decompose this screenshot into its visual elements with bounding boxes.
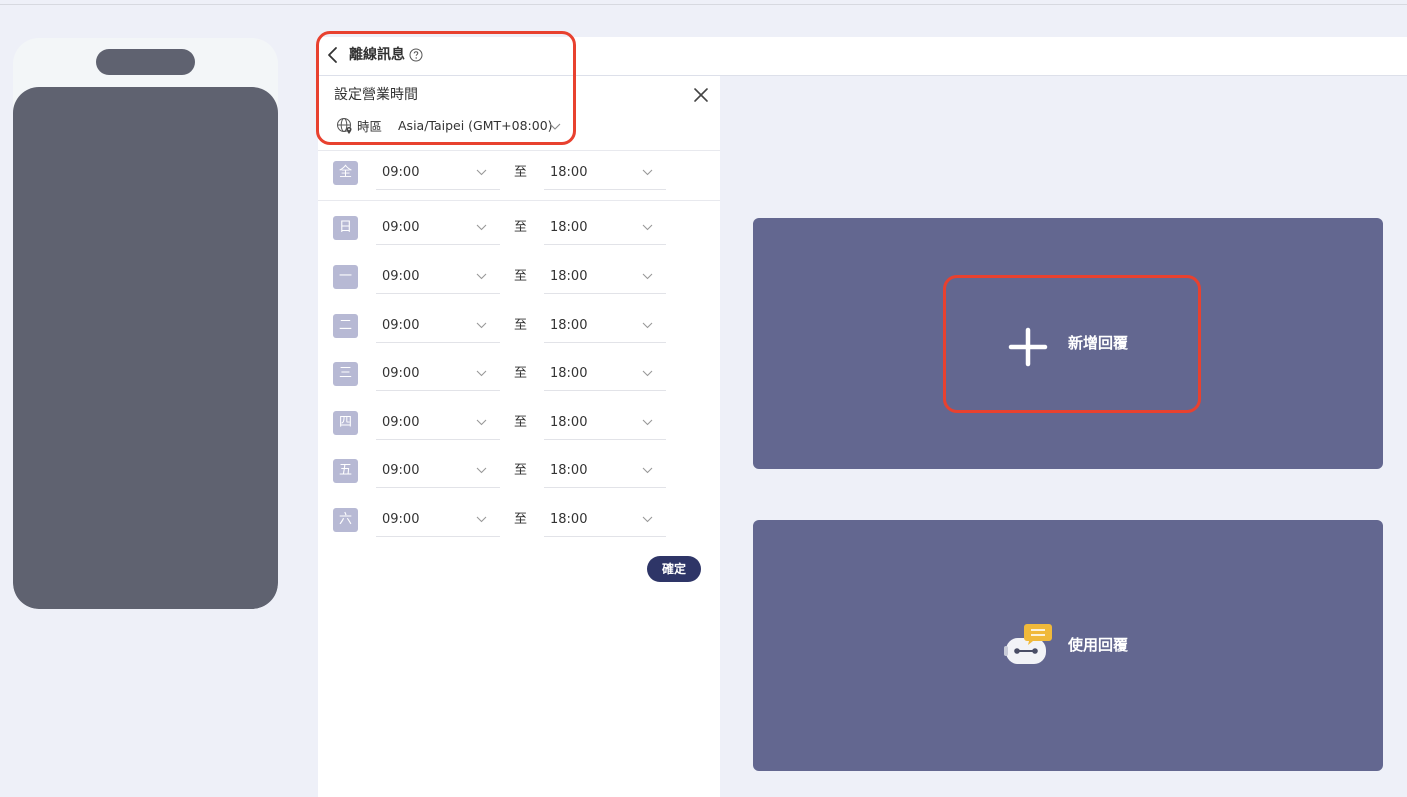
- chatbot-icon: [1004, 624, 1052, 664]
- divider: [318, 150, 720, 151]
- end-time-select[interactable]: 18:00: [544, 157, 666, 190]
- end-time-value: 18:00: [550, 165, 588, 180]
- day-row-monday: 一 09:00 至 18:00: [318, 261, 720, 294]
- chevron-down-icon: [642, 224, 653, 231]
- end-time-value: 18:00: [550, 269, 588, 284]
- day-badge: 全: [333, 161, 358, 185]
- end-time-select[interactable]: 18:00: [544, 407, 666, 440]
- end-time-value: 18:00: [550, 512, 588, 527]
- day-row-saturday: 六 09:00 至 18:00: [318, 504, 720, 537]
- highlight-box-header: [316, 31, 576, 145]
- end-time-value: 18:00: [550, 366, 588, 381]
- to-label: 至: [514, 366, 528, 381]
- start-time-value: 09:00: [382, 415, 420, 430]
- end-time-value: 18:00: [550, 318, 588, 333]
- end-time-value: 18:00: [550, 415, 588, 430]
- day-badge: 五: [333, 459, 358, 483]
- chevron-down-icon: [476, 224, 487, 231]
- end-time-value: 18:00: [550, 463, 588, 478]
- start-time-value: 09:00: [382, 463, 420, 478]
- use-reply-card[interactable]: 使用回覆: [753, 520, 1383, 771]
- chevron-down-icon: [476, 467, 487, 474]
- chevron-down-icon: [476, 516, 487, 523]
- to-label: 至: [514, 318, 528, 333]
- day-badge: 一: [333, 265, 358, 289]
- phone-preview: [13, 38, 278, 609]
- end-time-select[interactable]: 18:00: [544, 358, 666, 391]
- divider: [318, 200, 720, 201]
- all-days-row: 全 09:00 至 18:00: [318, 157, 720, 190]
- to-label: 至: [514, 463, 528, 478]
- start-time-select[interactable]: 09:00: [376, 157, 500, 190]
- day-row-friday: 五 09:00 至 18:00: [318, 455, 720, 488]
- chevron-down-icon: [476, 322, 487, 329]
- top-divider: [0, 4, 1407, 5]
- chevron-down-icon: [476, 419, 487, 426]
- to-label: 至: [514, 269, 528, 284]
- start-time-value: 09:00: [382, 220, 420, 235]
- start-time-value: 09:00: [382, 366, 420, 381]
- close-icon[interactable]: [692, 86, 710, 104]
- to-label: 至: [514, 512, 528, 527]
- end-time-value: 18:00: [550, 220, 588, 235]
- chevron-down-icon: [642, 419, 653, 426]
- start-time-select[interactable]: 09:00: [376, 358, 500, 391]
- start-time-select[interactable]: 09:00: [376, 212, 500, 245]
- chevron-down-icon: [642, 273, 653, 280]
- chevron-down-icon: [476, 169, 487, 176]
- start-time-select[interactable]: 09:00: [376, 261, 500, 294]
- start-time-value: 09:00: [382, 165, 420, 180]
- highlight-box-add-reply: [943, 275, 1201, 413]
- use-reply-content: 使用回覆: [753, 520, 1383, 771]
- phone-notch: [96, 49, 195, 75]
- end-time-select[interactable]: 18:00: [544, 455, 666, 488]
- to-label: 至: [514, 220, 528, 235]
- end-time-select[interactable]: 18:00: [544, 212, 666, 245]
- day-badge: 四: [333, 411, 358, 435]
- chevron-down-icon: [476, 273, 487, 280]
- day-badge: 二: [333, 314, 358, 338]
- chevron-down-icon: [642, 516, 653, 523]
- phone-screen: [13, 87, 278, 609]
- start-time-value: 09:00: [382, 318, 420, 333]
- start-time-select[interactable]: 09:00: [376, 310, 500, 343]
- chevron-down-icon: [476, 370, 487, 377]
- start-time-value: 09:00: [382, 512, 420, 527]
- day-badge: 三: [333, 362, 358, 386]
- to-label: 至: [514, 165, 528, 180]
- start-time-select[interactable]: 09:00: [376, 504, 500, 537]
- chevron-down-icon: [642, 169, 653, 176]
- confirm-button[interactable]: 確定: [647, 556, 701, 582]
- start-time-select[interactable]: 09:00: [376, 407, 500, 440]
- end-time-select[interactable]: 18:00: [544, 504, 666, 537]
- day-badge: 六: [333, 508, 358, 532]
- day-badge: 日: [333, 216, 358, 240]
- start-time-value: 09:00: [382, 269, 420, 284]
- end-time-select[interactable]: 18:00: [544, 261, 666, 294]
- day-row-wednesday: 三 09:00 至 18:00: [318, 358, 720, 391]
- start-time-select[interactable]: 09:00: [376, 455, 500, 488]
- use-reply-label: 使用回覆: [1068, 636, 1129, 654]
- chevron-down-icon: [642, 370, 653, 377]
- day-row-thursday: 四 09:00 至 18:00: [318, 407, 720, 440]
- day-row-tuesday: 二 09:00 至 18:00: [318, 310, 720, 343]
- end-time-select[interactable]: 18:00: [544, 310, 666, 343]
- to-label: 至: [514, 415, 528, 430]
- chevron-down-icon: [642, 467, 653, 474]
- chevron-down-icon: [642, 322, 653, 329]
- day-row-sunday: 日 09:00 至 18:00: [318, 212, 720, 245]
